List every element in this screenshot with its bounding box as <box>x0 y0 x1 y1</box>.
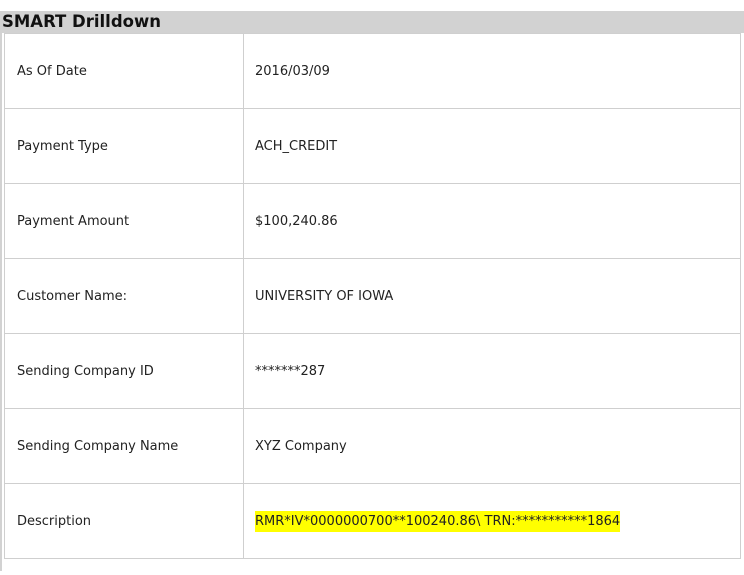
field-label-sending-company-id: Sending Company ID <box>4 334 244 409</box>
drilldown-panel-header: SMART Drilldown <box>0 11 744 33</box>
field-value-sending-company-name: XYZ Company <box>244 409 741 484</box>
field-label-description: Description <box>4 484 244 559</box>
panel-title: SMART Drilldown <box>2 12 161 31</box>
field-value-description: RMR*IV*0000000700**100240.86\ TRN:******… <box>244 484 741 559</box>
field-value-as-of-date: 2016/03/09 <box>244 33 741 109</box>
table-row-payment-amount: Payment Amount $100,240.86 <box>4 184 741 259</box>
table-row-sending-company-name: Sending Company Name XYZ Company <box>4 409 741 484</box>
field-value-customer-name: UNIVERSITY OF IOWA <box>244 259 741 334</box>
highlighted-description-text: RMR*IV*0000000700**100240.86\ TRN:******… <box>255 510 621 532</box>
field-label-payment-type: Payment Type <box>4 109 244 184</box>
panel-border <box>0 33 2 571</box>
field-value-sending-company-id: *******287 <box>244 334 741 409</box>
field-value-payment-type: ACH_CREDIT <box>244 109 741 184</box>
field-label-customer-name: Customer Name: <box>4 259 244 334</box>
field-value-payment-amount: $100,240.86 <box>244 184 741 259</box>
table-row-sending-company-id: Sending Company ID *******287 <box>4 334 741 409</box>
drilldown-detail-table: As Of Date 2016/03/09 Payment Type ACH_C… <box>4 33 741 559</box>
field-label-sending-company-name: Sending Company Name <box>4 409 244 484</box>
field-label-as-of-date: As Of Date <box>4 33 244 109</box>
table-row-description: Description RMR*IV*0000000700**100240.86… <box>4 484 741 559</box>
table-row-customer-name: Customer Name: UNIVERSITY OF IOWA <box>4 259 741 334</box>
table-row-payment-type: Payment Type ACH_CREDIT <box>4 109 741 184</box>
field-label-payment-amount: Payment Amount <box>4 184 244 259</box>
table-row-as-of-date: As Of Date 2016/03/09 <box>4 33 741 109</box>
